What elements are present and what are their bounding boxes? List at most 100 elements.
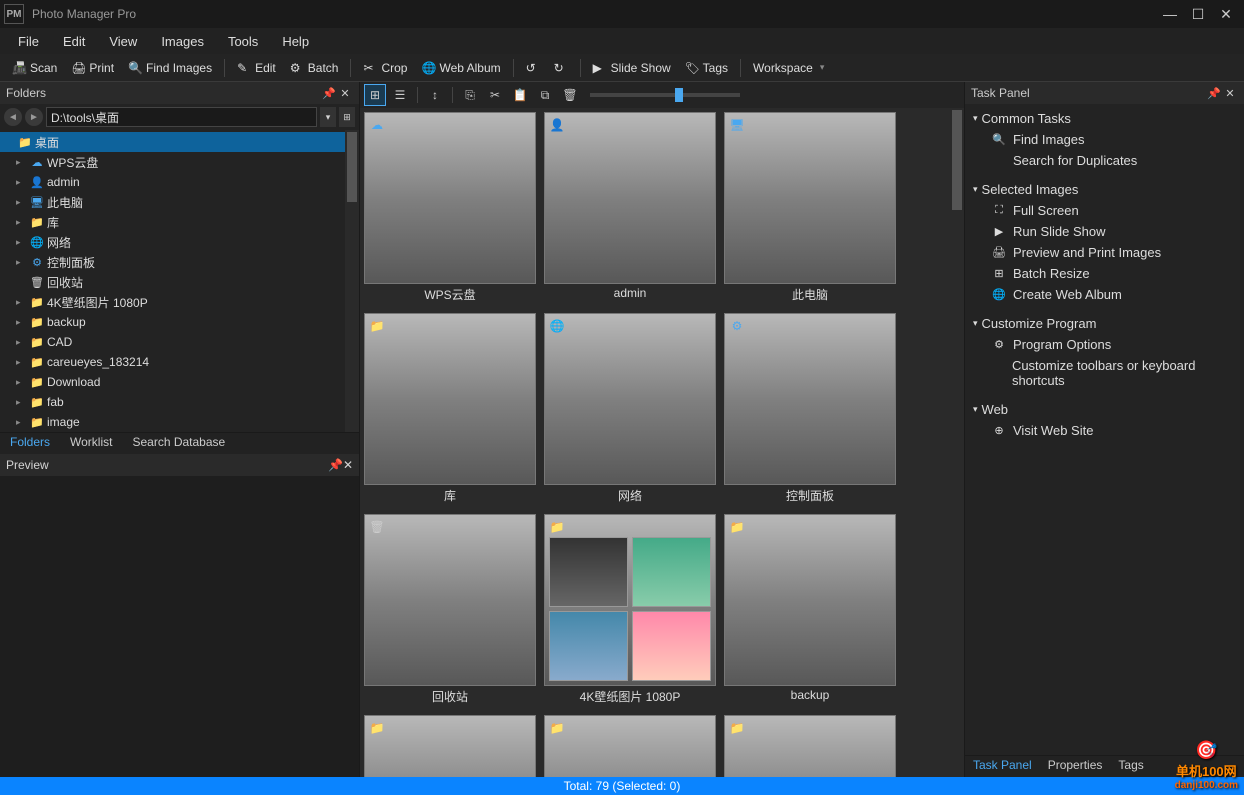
task-section-header[interactable]: ▾Customize Program [973, 313, 1236, 334]
tree-item[interactable]: ▸📁careueyes_183214 [0, 352, 345, 372]
tree-scrollbar[interactable] [345, 130, 359, 432]
zoom-handle[interactable] [675, 88, 683, 102]
tree-item[interactable]: ▸📁4K壁纸图片 1080P [0, 292, 345, 312]
menu-file[interactable]: File [8, 32, 49, 51]
expander-icon[interactable]: ▸ [16, 397, 27, 408]
thumbnail-item[interactable]: 📁 [364, 715, 536, 777]
path-toggle-button[interactable]: ⊞ [339, 107, 355, 127]
expander-icon[interactable]: ▸ [16, 237, 27, 248]
task-link[interactable]: Customize toolbars or keyboard shortcuts [973, 355, 1236, 391]
view-list-button[interactable]: ☰ [389, 84, 411, 106]
task-section-header[interactable]: ▾Common Tasks [973, 108, 1236, 129]
expander-icon[interactable]: ▸ [16, 197, 27, 208]
close-button[interactable]: ✕ [1212, 6, 1240, 22]
task-link[interactable]: ⚙Program Options [973, 334, 1236, 355]
toolbar-workspace[interactable]: Workspace [747, 59, 830, 77]
tab-properties[interactable]: Properties [1040, 756, 1111, 777]
tree-item[interactable]: 🗑回收站 [0, 272, 345, 292]
tab-task-panel[interactable]: Task Panel [965, 756, 1040, 777]
task-section-header[interactable]: ▾Web [973, 399, 1236, 420]
tree-item[interactable]: ▸🖥此电脑 [0, 192, 345, 212]
thumbnail-item[interactable]: ☁WPS云盘 [364, 112, 536, 305]
expander-icon[interactable]: ▸ [16, 357, 27, 368]
toolbar-crop[interactable]: ✂Crop [357, 59, 413, 77]
pin-icon[interactable]: 📌 [1206, 87, 1222, 100]
delete-button[interactable]: 🗑 [559, 84, 581, 106]
thumbnail-item[interactable]: 🌐网络 [544, 313, 716, 506]
expander-icon[interactable]: ▸ [16, 217, 27, 228]
thumbnail-grid[interactable]: ☁WPS云盘👤admin🖥此电脑📁库🌐网络⚙控制面板🗑回收站📁4K壁纸图片 10… [360, 108, 950, 777]
expander-icon[interactable]: ▸ [16, 177, 27, 188]
path-input[interactable] [46, 107, 317, 127]
task-section-header[interactable]: ▾Selected Images [973, 179, 1236, 200]
zoom-slider[interactable] [590, 93, 740, 97]
tree-item[interactable]: ▸☁WPS云盘 [0, 152, 345, 172]
thumbnail-item[interactable]: 🖥此电脑 [724, 112, 896, 305]
close-panel-icon[interactable]: ✕ [337, 87, 353, 100]
cut-button[interactable]: ✂ [484, 84, 506, 106]
menu-help[interactable]: Help [272, 32, 319, 51]
thumbnail-item[interactable]: 📁库 [364, 313, 536, 506]
expander-icon[interactable]: ▸ [16, 377, 27, 388]
expander-icon[interactable]: ▸ [16, 157, 27, 168]
toolbar-icon-7[interactable]: ↺ [520, 59, 546, 77]
thumb-scrollbar[interactable] [950, 108, 964, 777]
folder-tree[interactable]: 📁桌面▸☁WPS云盘▸👤admin▸🖥此电脑▸📁库▸🌐网络▸⚙控制面板🗑回收站▸… [0, 130, 345, 432]
tree-item[interactable]: ▸👤admin [0, 172, 345, 192]
toolbar-web-album[interactable]: 🌐Web Album [415, 59, 506, 77]
close-panel-icon[interactable]: ✕ [343, 458, 353, 472]
duplicate-button[interactable]: ⧉ [534, 84, 556, 106]
task-link[interactable]: ⊕Visit Web Site [973, 420, 1236, 441]
task-link[interactable]: ⛶Full Screen [973, 200, 1236, 221]
expander-icon[interactable]: ▸ [16, 297, 27, 308]
task-link[interactable]: ▶Run Slide Show [973, 221, 1236, 242]
menu-view[interactable]: View [99, 32, 147, 51]
pin-icon[interactable]: 📌 [328, 458, 343, 472]
tree-item[interactable]: ▸⚙控制面板 [0, 252, 345, 272]
toolbar-print[interactable]: 🖨Print [65, 59, 120, 77]
nav-back-button[interactable]: ◄ [4, 108, 22, 126]
tree-item[interactable]: 📁桌面 [0, 132, 345, 152]
toolbar-edit[interactable]: ✎Edit [231, 59, 282, 77]
paste-button[interactable]: 📋 [509, 84, 531, 106]
thumbnail-item[interactable]: 🗑回收站 [364, 514, 536, 707]
maximize-button[interactable]: ☐ [1184, 6, 1212, 22]
task-link[interactable]: Search for Duplicates [973, 150, 1236, 171]
tree-item[interactable]: ▸📁库 [0, 212, 345, 232]
thumbnail-item[interactable]: 📁 [724, 715, 896, 777]
thumbnail-item[interactable]: 📁backup [724, 514, 896, 707]
path-dropdown-button[interactable]: ▾ [320, 107, 336, 127]
pin-icon[interactable]: 📌 [321, 87, 337, 100]
view-grid-button[interactable]: ⊞ [364, 84, 386, 106]
toolbar-icon-8[interactable]: ↻ [548, 59, 574, 77]
tab-folders[interactable]: Folders [0, 433, 60, 454]
thumbnail-item[interactable]: 👤admin [544, 112, 716, 305]
menu-tools[interactable]: Tools [218, 32, 268, 51]
tree-item[interactable]: ▸📁Download [0, 372, 345, 392]
minimize-button[interactable]: — [1156, 6, 1184, 22]
expander-icon[interactable]: ▸ [16, 337, 27, 348]
toolbar-scan[interactable]: 📠Scan [6, 59, 63, 77]
tree-item[interactable]: ▸📁fab [0, 392, 345, 412]
thumbnail-item[interactable]: 📁4K壁纸图片 1080P [544, 514, 716, 707]
expander-icon[interactable]: ▸ [16, 417, 27, 428]
task-link[interactable]: 🌐Create Web Album [973, 284, 1236, 305]
menu-edit[interactable]: Edit [53, 32, 95, 51]
tab-search-database[interactable]: Search Database [122, 433, 235, 454]
nav-forward-button[interactable]: ► [25, 108, 43, 126]
expander-icon[interactable]: ▸ [16, 317, 27, 328]
sort-button[interactable]: ↕ [424, 84, 446, 106]
toolbar-find-images[interactable]: 🔍Find Images [122, 59, 218, 77]
tree-item[interactable]: ▸📁backup [0, 312, 345, 332]
close-panel-icon[interactable]: ✕ [1222, 87, 1238, 100]
tree-item[interactable]: ▸🌐网络 [0, 232, 345, 252]
toolbar-slide-show[interactable]: ▶Slide Show [587, 59, 677, 77]
copy-button[interactable]: ⎘ [459, 84, 481, 106]
expander-icon[interactable]: ▸ [16, 257, 27, 268]
toolbar-batch[interactable]: ⚙Batch [284, 59, 345, 77]
tree-item[interactable]: ▸📁CAD [0, 332, 345, 352]
tree-item[interactable]: ▸📁image [0, 412, 345, 432]
task-link[interactable]: ⊞Batch Resize [973, 263, 1236, 284]
task-link[interactable]: 🔍Find Images [973, 129, 1236, 150]
menu-images[interactable]: Images [151, 32, 214, 51]
